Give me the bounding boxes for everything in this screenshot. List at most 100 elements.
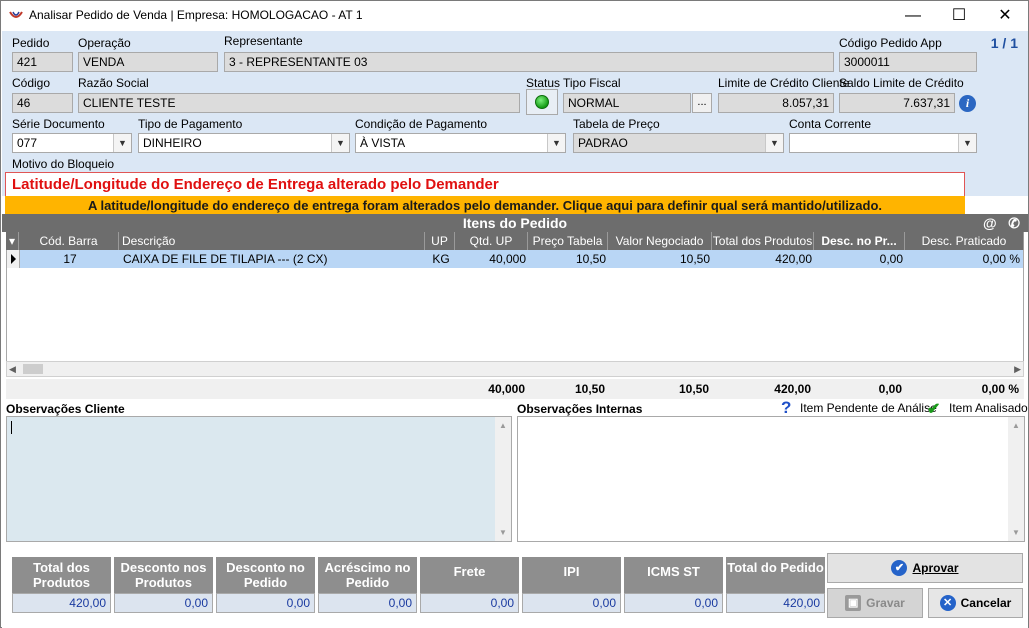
cell-valor-negociado: 10,50 <box>679 252 710 266</box>
tipo-fiscal-field[interactable]: NORMAL <box>563 93 691 113</box>
maximize-button[interactable]: ☐ <box>936 1 982 31</box>
scroll-left-icon[interactable]: ◀ <box>9 362 16 376</box>
row-selector-icon[interactable] <box>7 250 20 268</box>
codigo-pedido-app-field[interactable]: 3000011 <box>839 52 977 72</box>
minimize-button[interactable]: — <box>890 1 936 31</box>
summary-total-pedido: Total do Pedido 420,00 <box>726 557 825 615</box>
saldo-limite-field[interactable]: 7.637,31 <box>839 93 955 113</box>
chevron-down-icon[interactable]: ▼ <box>331 134 349 152</box>
tipo-pagamento-value: DINHEIRO <box>143 136 202 150</box>
total-desc-no-produto: 0,00 <box>878 382 902 396</box>
observacoes-cliente-textarea[interactable]: ▲ ▼ <box>6 416 512 542</box>
col-header-qtd-up[interactable]: Qtd. UP <box>455 232 528 250</box>
coordinates-warning-banner[interactable]: A latitude/longitude do endereço de entr… <box>5 196 965 216</box>
serie-documento-label: Série Documento <box>12 117 105 131</box>
col-header-preco-tabela[interactable]: Preço Tabela <box>528 232 608 250</box>
observacoes-internas-textarea[interactable]: ▲ ▼ <box>517 416 1025 542</box>
chevron-down-icon[interactable]: ▼ <box>113 134 131 152</box>
razao-social-label: Razão Social <box>78 76 149 90</box>
app-logo-icon <box>9 11 23 18</box>
cell-up: KG <box>432 252 450 266</box>
chevron-down-icon[interactable]: ▼ <box>958 134 976 152</box>
col-header-up[interactable]: UP <box>425 232 455 250</box>
tipo-pagamento-select[interactable]: DINHEIRO ▼ <box>138 133 350 153</box>
status-green-icon <box>535 95 549 109</box>
summary-value: 0,00 <box>420 593 519 613</box>
summary-value: 420,00 <box>726 593 825 613</box>
cell-desc-praticado: 0,00 % <box>982 252 1020 266</box>
scrollbar-thumb[interactable] <box>23 364 43 374</box>
representante-field[interactable]: 3 - REPRESENTANTE 03 <box>224 52 834 72</box>
grid-title-icons: @ ✆ <box>983 214 1020 232</box>
saldo-limite-label: Saldo Limite de Crédito <box>839 76 964 90</box>
approve-button[interactable]: ✔ Aprovar <box>827 553 1023 583</box>
save-button[interactable]: ▣ Gravar <box>827 588 923 618</box>
summary-value: 420,00 <box>12 593 111 613</box>
check-circle-icon: ✔ <box>891 559 908 576</box>
pedido-field[interactable]: 421 <box>12 52 73 72</box>
title-bar: Analisar Pedido de Venda | Empresa: HOMO… <box>1 1 1028 31</box>
total-desc-praticado: 0,00 % <box>981 382 1019 396</box>
codigo-label: Código <box>12 76 51 90</box>
window-title: Analisar Pedido de Venda | Empresa: HOMO… <box>29 8 363 22</box>
total-preco-tabela: 10,50 <box>574 382 605 396</box>
conta-corrente-label: Conta Corrente <box>789 117 872 131</box>
info-icon[interactable]: i <box>959 95 976 112</box>
serie-documento-value: 077 <box>17 136 38 150</box>
summary-label: Frete <box>420 557 519 593</box>
col-header-desc-no-produto[interactable]: Desc. no Pr... <box>814 232 905 250</box>
summary-label: IPI <box>522 557 621 593</box>
serie-documento-select[interactable]: 077 ▼ <box>12 133 132 153</box>
col-header-cod-barra[interactable]: Cód. Barra <box>19 232 119 250</box>
grid-totals-row: 40,000 10,50 10,50 420,00 0,00 0,00 % <box>6 379 1024 399</box>
tipo-fiscal-lookup-button[interactable]: ... <box>692 93 712 113</box>
summary-label: ICMS ST <box>624 557 723 593</box>
legend-pending-text: Item Pendente de Análise <box>800 401 937 415</box>
razao-social-field[interactable]: CLIENTE TESTE <box>78 93 520 113</box>
condicao-pagamento-value: À VISTA <box>360 136 406 150</box>
approve-button-label: Aprovar <box>912 561 959 575</box>
col-header-valor-negociado[interactable]: Valor Negociado <box>608 232 712 250</box>
total-total-produtos: 420,00 <box>774 382 811 396</box>
cancel-button[interactable]: ✕ Cancelar <box>928 588 1023 618</box>
chevron-down-icon[interactable]: ▼ <box>765 134 783 152</box>
scroll-right-icon[interactable]: ▶ <box>1014 362 1021 376</box>
vertical-scrollbar[interactable]: ▲ ▼ <box>1008 417 1024 541</box>
total-valor-negociado: 10,50 <box>678 382 709 396</box>
summary-value: 0,00 <box>624 593 723 613</box>
summary-value: 0,00 <box>522 593 621 613</box>
limite-credito-label: Limite de Crédito Cliente <box>718 76 850 90</box>
vertical-scrollbar[interactable]: ▲ ▼ <box>495 417 511 541</box>
operacao-field[interactable]: VENDA <box>78 52 218 72</box>
cancel-button-label: Cancelar <box>960 596 1012 610</box>
grid-horizontal-scrollbar[interactable]: ◀ ▶ <box>6 361 1024 377</box>
legend-analyzed-text: Item Analisado <box>949 401 1028 415</box>
codigo-field[interactable]: 46 <box>12 93 73 113</box>
summary-desconto-pedido: Desconto no Pedido 0,00 <box>216 557 315 615</box>
cell-preco-tabela: 10,50 <box>575 252 606 266</box>
close-button[interactable]: ✕ <box>982 1 1028 31</box>
text-caret <box>11 421 12 434</box>
status-label: Status <box>526 76 561 90</box>
col-header-desc-praticado[interactable]: Desc. Praticado <box>905 232 1024 250</box>
conta-corrente-select[interactable]: ▼ <box>789 133 977 153</box>
tabela-preco-select[interactable]: PADRAO ▼ <box>573 133 784 153</box>
whatsapp-icon[interactable]: ✆ <box>1008 215 1020 231</box>
email-icon[interactable]: @ <box>983 215 997 231</box>
cell-qtd-up: 40,000 <box>489 252 526 266</box>
tabela-preco-label: Tabela de Preço <box>573 117 660 131</box>
summary-value: 0,00 <box>216 593 315 613</box>
tipo-fiscal-label: Tipo Fiscal <box>563 76 621 90</box>
cell-descricao: CAIXA DE FILE DE TILAPIA --- (2 CX) <box>123 252 328 266</box>
col-header-total-produtos[interactable]: Total dos Produtos <box>712 232 814 250</box>
total-qtd-up: 40,000 <box>488 382 525 396</box>
tipo-pagamento-label: Tipo de Pagamento <box>138 117 243 131</box>
limite-credito-field[interactable]: 8.057,31 <box>718 93 834 113</box>
summary-desconto-produtos: Desconto nos Produtos 0,00 <box>114 557 213 615</box>
table-row[interactable]: 17 CAIXA DE FILE DE TILAPIA --- (2 CX) K… <box>7 250 1023 268</box>
chevron-down-icon[interactable]: ▼ <box>547 134 565 152</box>
condicao-pagamento-label: Condição de Pagamento <box>355 117 488 131</box>
condicao-pagamento-select[interactable]: À VISTA ▼ <box>355 133 566 153</box>
items-grid-body: 17 CAIXA DE FILE DE TILAPIA --- (2 CX) K… <box>6 250 1024 361</box>
col-header-descricao[interactable]: Descrição <box>119 232 425 250</box>
